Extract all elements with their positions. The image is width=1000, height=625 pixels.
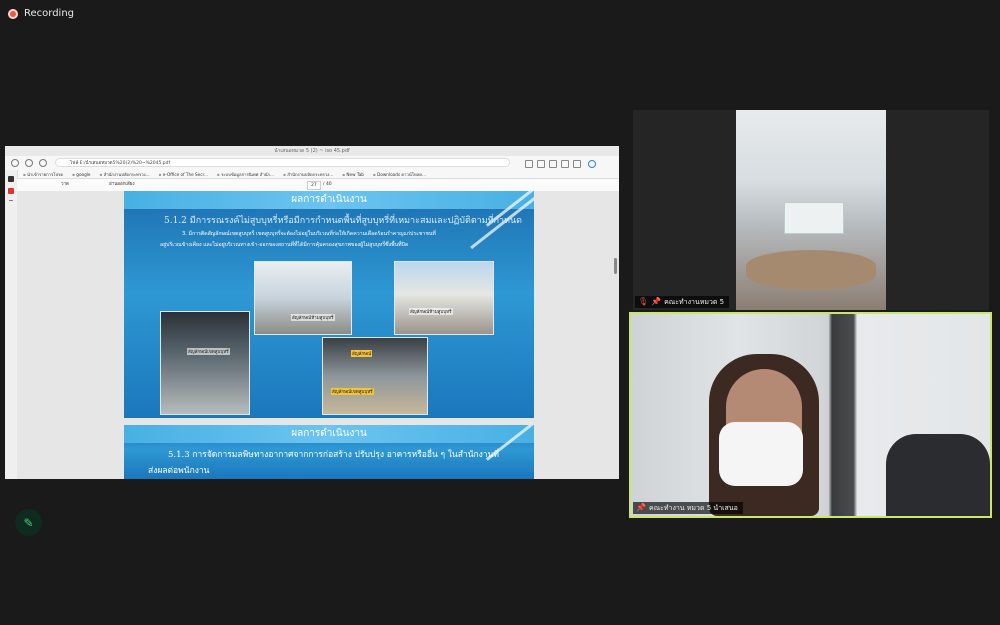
participant-video-tile[interactable]: 🎙 📌 คณะทำงานหมวด 5 xyxy=(633,110,989,310)
photo-caption: สัญลักษณ์ห้ามสูบบุหรี่ xyxy=(409,308,453,315)
photo-caption: สัญลักษณ์เขตสูบบุหรี่ xyxy=(187,348,230,355)
bookmark-item[interactable]: สำนักงานปลัดกระทรวง... xyxy=(99,170,150,178)
scrollbar-thumb[interactable] xyxy=(614,258,617,274)
slide-header: ผลการดำเนินงาน xyxy=(124,191,534,209)
page-number-input[interactable]: 27 xyxy=(307,181,321,190)
pen-icon: ✎ xyxy=(23,515,34,530)
active-speaker-tile[interactable]: 📌 คณะทำงาน หมวด 5 นำเสนอ xyxy=(629,312,992,518)
bookmark-item[interactable]: สำนักงานปลัดกระทรวง... xyxy=(283,170,333,178)
video-feed xyxy=(631,314,990,516)
page-total: / 40 xyxy=(323,182,332,187)
bookmark-item[interactable]: New Tab xyxy=(342,170,364,178)
slide-heading: 5.1.3 การจัดการมลพิษทางอากาศจากการก่อสร้… xyxy=(168,450,499,460)
recording-label: Recording xyxy=(24,8,75,19)
participant-name-tag: 📌 คณะทำงาน หมวด 5 นำเสนอ xyxy=(633,502,743,514)
photo-caption: สัญลักษณ์ xyxy=(351,350,373,357)
video-table-shape xyxy=(746,250,876,290)
slide-heading: 5.1.2 มีการรณรงค์ไม่สูบบุหรี่หรือมีการกำ… xyxy=(164,216,523,226)
slide-body-line: อยู่บริเวณข้างเคียง และไม่อยู่บริเวณทางเ… xyxy=(160,242,409,248)
bookmark-item[interactable]: google xyxy=(72,170,90,178)
photo-caption: สัญลักษณ์ห้ามสูบบุหรี่ xyxy=(291,314,335,321)
pdf-viewport[interactable]: ผลการดำเนินงาน 5.1.2 มีการรณรงค์ไม่สูบบุ… xyxy=(17,191,619,479)
mic-off-icon: 🎙 xyxy=(638,297,649,306)
video-face-mask xyxy=(719,422,803,486)
bing-icon[interactable] xyxy=(588,160,596,168)
bookmarks-bar: นำเข้ารายการโปรด google สำนักงานปลัดกระท… xyxy=(5,170,619,179)
draw-button[interactable]: วาด xyxy=(61,179,69,191)
read-aloud-button[interactable]: อ่านออกเสียง xyxy=(109,179,135,191)
settings-icon[interactable] xyxy=(573,160,581,168)
slide-body-line: 3. มีการติดสัญลักษณ์เขตสูบบุหรี่ เขตสูบบ… xyxy=(182,231,436,237)
pin-icon[interactable]: 📌 xyxy=(636,502,646,514)
participant-name: คณะทำงาน หมวด 5 นำเสนอ xyxy=(648,504,738,512)
pdf-icon[interactable] xyxy=(8,188,14,194)
video-screen-shape xyxy=(784,202,844,234)
slide-page: ผลการดำเนินงาน 5.1.2 มีการรณรงค์ไม่สูบบุ… xyxy=(124,191,534,418)
record-dot-icon xyxy=(8,8,18,19)
downloads-icon[interactable] xyxy=(561,160,569,168)
participant-name-tag: 🎙 📌 คณะทำงานหมวด 5 xyxy=(635,296,730,308)
slide-page: ผลการดำเนินงาน 5.1.3 การจัดการมลพิษทางอา… xyxy=(124,425,534,479)
video-feed xyxy=(736,110,886,310)
back-icon[interactable] xyxy=(11,159,19,167)
url-text: E:/นำเสนอหมวด5%20(2)%20~%2045.pdf xyxy=(79,161,171,166)
slide-photo: สัญลักษณ์เขตสูบบุหรี่ xyxy=(160,311,250,415)
address-bar[interactable]: ไฟล์ E:/นำเสนอหมวด5%20(2)%20~%2045.pdf xyxy=(55,158,510,167)
collections-icon[interactable] xyxy=(549,160,557,168)
slide-photo: สัญลักษณ์ สัญลักษณ์เขตสูบบุหรี่ xyxy=(322,337,428,415)
slide-photo: สัญลักษณ์ห้ามสูบบุหรี่ xyxy=(254,261,352,335)
bookmark-item[interactable]: ระบบข้อมูลการนิเทศ สำนัก... xyxy=(217,170,274,178)
bookmark-item[interactable]: Downloads ดาวน์โหลด... xyxy=(373,170,426,178)
video-person-2 xyxy=(886,434,990,516)
url-prefix: ไฟล์ xyxy=(70,161,79,166)
tab-icon[interactable] xyxy=(8,176,14,182)
photo-caption: สัญลักษณ์เขตสูบบุหรี่ xyxy=(331,388,374,395)
shared-screen[interactable]: นำเสนอหมวด 5 (2) ~ iso 45.pdf ไฟล์ E:/นำ… xyxy=(5,146,619,479)
favorites-icon[interactable] xyxy=(525,160,533,168)
recording-indicator: Recording xyxy=(8,8,74,19)
refresh-icon[interactable] xyxy=(25,159,33,167)
extensions-icon[interactable] xyxy=(537,160,545,168)
add-icon[interactable] xyxy=(9,200,13,201)
bookmark-item[interactable]: e-Office of The Secr... xyxy=(159,170,208,178)
bookmark-item[interactable]: นำเข้ารายการโปรด xyxy=(23,170,63,178)
slide-header: ผลการดำเนินงาน xyxy=(124,425,534,443)
browser-address-row: ไฟล์ E:/นำเสนอหมวด5%20(2)%20~%2045.pdf xyxy=(5,156,619,170)
slide-photo: สัญลักษณ์ห้ามสูบบุหรี่ xyxy=(394,261,494,335)
browser-title-bar: นำเสนอหมวด 5 (2) ~ iso 45.pdf xyxy=(5,146,619,156)
home-icon[interactable] xyxy=(39,159,47,167)
slide-heading: ส่งผลต่อพนักงาน xyxy=(148,466,210,476)
annotate-button[interactable]: ✎ xyxy=(15,509,42,536)
participant-name: คณะทำงานหมวด 5 xyxy=(664,298,725,306)
pin-icon[interactable]: 📌 xyxy=(651,296,661,308)
